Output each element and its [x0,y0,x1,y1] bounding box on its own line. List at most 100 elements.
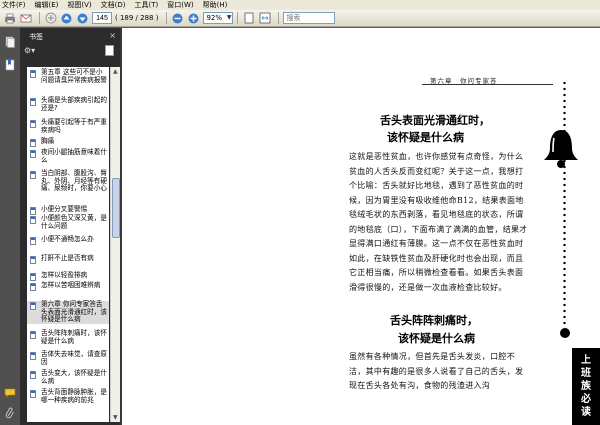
section-title-1b: 该怀疑是什么病 [387,131,464,144]
bookmark-icon [30,70,36,78]
zoom-out-icon[interactable] [171,12,184,25]
bookmark-item[interactable]: 胸痛 [27,137,109,147]
running-head-rule [422,84,553,85]
page-left [122,28,325,425]
bookmark-icon [30,150,36,158]
bookmark-label: 打鼾不止是否有病 [41,254,94,262]
bookmark-label: 第六章 你问专家答舌头表面光滑通红时，该怀疑是什么病 [41,300,107,323]
menu-window[interactable]: 窗口(W) [167,0,193,10]
bookmark-label: 怎样以轻盈排病 [41,271,88,279]
bookmark-item[interactable]: 打鼾不止是否有病 [27,254,109,264]
side-tab-char: 上 [581,355,591,366]
bookmark-label: 第五章 这些可不是小问题请臭异常疾病报警 [41,68,107,84]
bookmark-icon [30,237,36,245]
bookmark-item[interactable]: 当白阴部、腹股沟、臀丸、外阴、月经等有硬痛、尿频时，你要小心 [27,169,109,193]
bookmark-item[interactable]: 第五章 这些可不是小问题请臭异常疾病报警 [27,68,109,84]
bookmark-icon [30,273,36,281]
bookmark-scrollbar[interactable]: ▲ ▼ [110,67,120,422]
bookmark-label: 怎样以苦咽困难辨病 [41,281,101,289]
search-input[interactable] [283,12,336,24]
email-icon[interactable] [19,12,32,25]
panel-toolbar: ⚙▾ [20,44,120,57]
fit-page-icon[interactable] [242,12,255,25]
next-page-down-icon[interactable] [60,12,73,25]
toolbar: ( 189 / 288 ) 92% ▼ [0,10,600,27]
bookmark-item[interactable]: 怎样以轻盈排病 [27,271,109,281]
bookmark-icon [30,390,36,398]
new-bookmark-icon[interactable] [105,45,114,56]
bookmark-label: 小便不通畅怎么办 [41,235,94,243]
bookmark-icon [30,302,36,310]
menu-help[interactable]: 帮助(H) [203,0,228,10]
section-title-2a: 舌头阵阵刺痛时， [390,314,478,327]
bookmark-list: 第五章 这些可不是小问题请臭异常疾病报警 头痛是头部疾病引起的还是? 头痛要引起等于… [27,67,109,422]
scroll-up-icon[interactable]: ▲ [113,68,118,75]
bookmark-label: 头痛是头部疾病引起的还是? [41,96,107,112]
bookmarks-icon[interactable] [3,58,16,71]
bookmark-icon [30,171,36,179]
bookmark-label: 当白阴部、腹股沟、臀丸、外阴、月经等有硬痛、尿频时，你要小心 [41,169,107,192]
bookmark-item[interactable]: 头痛要引起等于有严重疾病吗 [27,118,109,134]
bookmark-icon [30,371,36,379]
pages-icon[interactable] [3,35,16,48]
chevron-down-icon: ▼ [226,14,232,21]
next-page-icon[interactable] [76,12,89,25]
side-tab-char: 读 [581,407,591,418]
menu-bar: 文件(F) 编辑(E) 视图(V) 文档(D) 工具(T) 窗口(W) 帮助(H… [0,0,600,10]
bookmark-label: 舌头变大，该怀疑是什么病 [41,369,107,385]
scrollbar-thumb[interactable] [112,178,120,238]
side-tab-char: 必 [581,394,591,405]
close-icon[interactable]: × [109,31,116,40]
bookmark-item[interactable]: 小便颜色又深又黄，是什么问题 [27,214,109,230]
dotted-rule [563,80,566,328]
bookmark-icon [30,216,36,224]
bookmark-label: 舌头阵阵刺痛时，该怀疑是什么病 [41,329,107,345]
document-view[interactable]: 第六章 你问专家答 舌头表面光滑通红时， 该怀疑是什么病 这就是恶性贫血，也许你… [122,28,600,425]
bookmark-label: 胸痛 [41,137,55,145]
comments-icon[interactable] [3,386,16,399]
side-tab-char: 族 [581,381,591,392]
panel-header: 书签 × [20,28,120,44]
toolbar-separator [166,12,168,24]
zoom-in-icon[interactable] [187,12,200,25]
page-number-input[interactable] [92,12,112,24]
toolbar-separator [237,12,239,24]
bookmark-icon [30,207,36,215]
bookmark-item[interactable]: 小便不通畅怎么办 [27,235,109,245]
bookmark-label: 舌体失去味觉，请查原因 [41,350,107,366]
bookmark-item[interactable]: 舌头变大，该怀疑是什么病 [27,369,109,385]
bookmark-item[interactable]: 头痛是头部疾病引起的还是? [27,96,109,112]
toolbar-separator [39,12,40,24]
bookmark-icon [30,139,36,147]
bookmark-icon [30,98,36,106]
bookmark-icon [30,331,36,339]
bookmark-label: 夜间小腿抽筋意味着什么 [41,148,107,164]
bookmark-label: 舌头背面静脉肿胀，是哪一种疾病的前兆 [41,388,107,404]
bookmark-item[interactable]: 舌体失去味觉，请查原因 [27,350,109,366]
hand-tool-icon[interactable] [44,12,57,25]
bookmark-item[interactable]: 夜间小腿抽筋意味着什么 [27,148,109,164]
zoom-select[interactable]: 92% ▼ [203,12,234,24]
menu-tools[interactable]: 工具(T) [135,0,159,10]
navigation-strip [0,28,20,425]
zoom-value: 92% [206,14,223,22]
menu-file[interactable]: 文件(F) [2,0,26,10]
bookmark-item[interactable]: 舌头背面静脉肿胀，是哪一种疾病的前兆 [27,388,109,404]
bookmark-item[interactable]: 第六章 你问专家答舌头表面光滑通红时，该怀疑是什么病 [27,300,109,324]
menu-document[interactable]: 文档(D) [101,0,126,10]
print-icon[interactable] [3,12,16,25]
panel-title: 书签 [29,33,43,41]
page-total-label: ( 189 / 288 ) [115,14,159,22]
rule-end-dot [560,328,570,338]
menu-view[interactable]: 视图(V) [67,0,91,10]
bookmark-item[interactable]: 怎样以苦咽困难辨病 [27,281,109,291]
options-icon[interactable]: ⚙▾ [24,46,35,55]
scroll-down-icon[interactable]: ▼ [113,414,118,421]
bell-icon [540,126,582,170]
bookmark-icon [30,120,36,128]
section-paragraph-1: 这就是恶性贫血，也许你感觉有点奇怪，为什么贫血的人舌头反而变红呢？关于这一点，我… [349,152,528,292]
menu-edit[interactable]: 编辑(E) [35,0,59,10]
bookmark-item[interactable]: 舌头阵阵刺痛时，该怀疑是什么病 [27,329,109,345]
fit-width-icon[interactable] [258,12,271,25]
attachments-icon[interactable] [3,406,16,419]
